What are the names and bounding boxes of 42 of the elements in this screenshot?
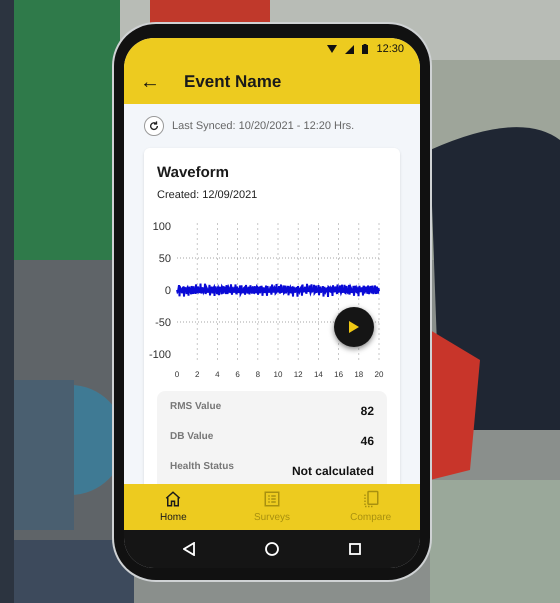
axis-tick-label: 8 [256, 370, 260, 379]
stat-value: 82 [360, 403, 374, 420]
card-title: Waveform [157, 163, 230, 183]
axis-tick-label: 0 [164, 285, 171, 297]
axis-tick-label: 50 [158, 253, 171, 265]
stat-value: 46 [360, 433, 374, 450]
axis-tick-label: 6 [235, 370, 240, 379]
list-icon [263, 490, 281, 508]
created-date: Created: 12/09/2021 [157, 188, 258, 202]
axis-tick-label: 0 [174, 370, 180, 379]
axis-tick-label: 16 [334, 370, 344, 379]
stat-label: RMS Value [170, 400, 222, 414]
sync-status: Last Synced: 10/20/2021 - 12:20 Hrs. [172, 118, 354, 134]
refresh-button[interactable] [144, 116, 164, 136]
status-time: 12:30 [376, 42, 404, 57]
axis-tick-label: 10 [274, 370, 282, 379]
axis-tick-label: 100 [152, 221, 171, 233]
axis-tick-label: 12 [294, 370, 303, 379]
back-nav-icon[interactable] [183, 542, 195, 556]
axis-tick-label: 14 [314, 370, 323, 379]
battery-icon [362, 44, 368, 54]
axis-tick-label: 18 [354, 370, 364, 379]
back-button[interactable]: ← [140, 72, 160, 92]
overview-nav-icon[interactable] [349, 543, 361, 555]
signal-icon [345, 44, 354, 54]
stat-label: Health Status [170, 460, 234, 474]
home-icon [164, 490, 182, 508]
axis-tick-label: 4 [215, 370, 220, 379]
axis-tick-label: 20 [374, 370, 384, 379]
play-button[interactable] [334, 307, 374, 347]
refresh-icon [149, 121, 159, 131]
axis-tick-label: -50 [155, 317, 171, 329]
stat-label: DB Value [170, 430, 214, 444]
screen-title: Event Name [184, 71, 282, 94]
wifi-icon [327, 45, 338, 53]
stat-value: Not calculated [292, 463, 374, 480]
axis-tick-label: 2 [194, 370, 200, 379]
play-icon [349, 321, 359, 333]
nav-tab[interactable]: Home [124, 484, 223, 530]
axis-tick-label: -100 [149, 349, 171, 361]
home-nav-icon[interactable] [265, 542, 279, 556]
compare-icon [362, 490, 380, 508]
